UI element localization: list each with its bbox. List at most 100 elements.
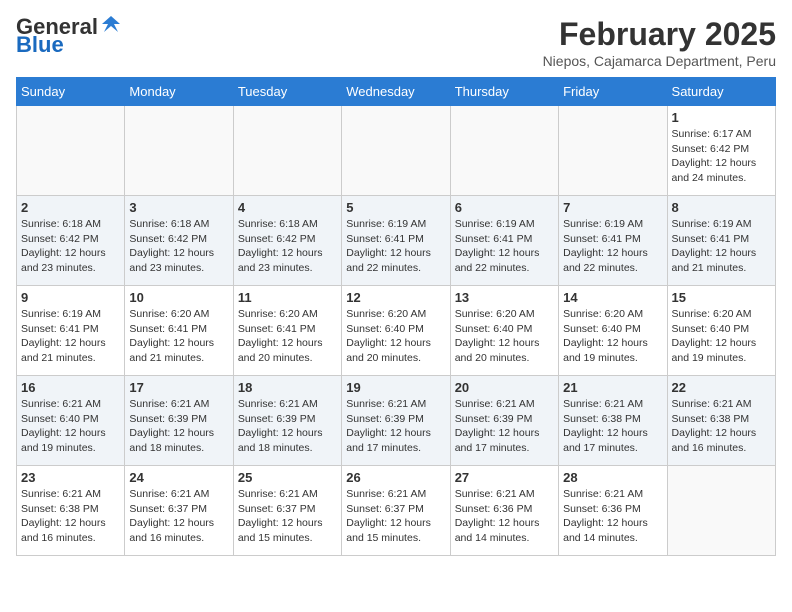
calendar-day-cell: 17Sunrise: 6:21 AM Sunset: 6:39 PM Dayli… <box>125 376 233 466</box>
logo-bird-icon <box>100 14 122 36</box>
calendar-day-cell: 13Sunrise: 6:20 AM Sunset: 6:40 PM Dayli… <box>450 286 558 376</box>
calendar-table: SundayMondayTuesdayWednesdayThursdayFrid… <box>16 77 776 556</box>
day-number: 28 <box>563 470 662 485</box>
day-detail: Sunrise: 6:21 AM Sunset: 6:38 PM Dayligh… <box>672 397 771 456</box>
day-detail: Sunrise: 6:21 AM Sunset: 6:36 PM Dayligh… <box>455 487 554 546</box>
day-number: 2 <box>21 200 120 215</box>
day-detail: Sunrise: 6:20 AM Sunset: 6:40 PM Dayligh… <box>672 307 771 366</box>
calendar-day-cell: 24 Sunrise: 6:21 AM Sunset: 6:37 PM Dayli… <box>125 466 233 556</box>
day-detail: Sunrise: 6:21 AM Sunset: 6:37 PM Dayligh… <box>238 487 337 546</box>
calendar-day-cell: 6 Sunrise: 6:19 AM Sunset: 6:41 PM Daylig… <box>450 196 558 286</box>
calendar-day-cell: 25 Sunrise: 6:21 AM Sunset: 6:37 PM Dayli… <box>233 466 341 556</box>
day-number: 6 <box>455 200 554 215</box>
calendar-day-cell: 26 Sunrise: 6:21 AM Sunset: 6:37 PM Dayli… <box>342 466 450 556</box>
calendar-week-row: 9 Sunrise: 6:19 AM Sunset: 6:41 PM Daylig… <box>17 286 776 376</box>
day-detail: Sunrise: 6:19 AM Sunset: 6:41 PM Dayligh… <box>455 217 554 276</box>
day-number: 14 <box>563 290 662 305</box>
day-number: 13 <box>455 290 554 305</box>
calendar-day-cell: 11 Sunrise: 6:20 AM Sunset: 6:41 PM Dayli… <box>233 286 341 376</box>
day-detail: Sunrise: 6:20 AM Sunset: 6:40 PM Dayligh… <box>563 307 662 366</box>
day-number: 10 <box>129 290 228 305</box>
day-number: 1 <box>672 110 771 125</box>
day-number: 19 <box>346 380 445 395</box>
day-detail: Sunrise: 6:21 AM Sunset: 6:39 PM Dayligh… <box>346 397 445 456</box>
calendar-day-cell: 18 Sunrise: 6:21 AM Sunset: 6:39 PM Dayli… <box>233 376 341 466</box>
calendar-day-cell: 1 Sunrise: 6:17 AM Sunset: 6:42 PM Daylig… <box>667 106 775 196</box>
calendar-day-cell: 23Sunrise: 6:21 AM Sunset: 6:38 PM Dayli… <box>17 466 125 556</box>
calendar-day-cell: 28 Sunrise: 6:21 AM Sunset: 6:36 PM Dayli… <box>559 466 667 556</box>
calendar-day-cell: 9 Sunrise: 6:19 AM Sunset: 6:41 PM Daylig… <box>17 286 125 376</box>
day-detail: Sunrise: 6:21 AM Sunset: 6:39 PM Dayligh… <box>238 397 337 456</box>
day-detail: Sunrise: 6:19 AM Sunset: 6:41 PM Dayligh… <box>563 217 662 276</box>
title-area: February 2025 Niepos, Cajamarca Departme… <box>543 16 776 69</box>
calendar-day-cell: 20 Sunrise: 6:21 AM Sunset: 6:39 PM Dayli… <box>450 376 558 466</box>
day-number: 20 <box>455 380 554 395</box>
day-number: 22 <box>672 380 771 395</box>
month-year-title: February 2025 <box>543 16 776 53</box>
day-number: 24 <box>129 470 228 485</box>
calendar-day-cell: 3 Sunrise: 6:18 AM Sunset: 6:42 PM Daylig… <box>125 196 233 286</box>
calendar-day-cell: 4Sunrise: 6:18 AM Sunset: 6:42 PM Daylig… <box>233 196 341 286</box>
calendar-day-cell: 16Sunrise: 6:21 AM Sunset: 6:40 PM Dayli… <box>17 376 125 466</box>
day-detail: Sunrise: 6:21 AM Sunset: 6:39 PM Dayligh… <box>129 397 228 456</box>
day-detail: Sunrise: 6:17 AM Sunset: 6:42 PM Dayligh… <box>672 127 771 186</box>
day-number: 23 <box>21 470 120 485</box>
day-detail: Sunrise: 6:20 AM Sunset: 6:41 PM Dayligh… <box>238 307 337 366</box>
day-number: 27 <box>455 470 554 485</box>
day-number: 26 <box>346 470 445 485</box>
day-detail: Sunrise: 6:19 AM Sunset: 6:41 PM Dayligh… <box>21 307 120 366</box>
calendar-day-cell: 2 Sunrise: 6:18 AM Sunset: 6:42 PM Daylig… <box>17 196 125 286</box>
day-detail: Sunrise: 6:18 AM Sunset: 6:42 PM Dayligh… <box>21 217 120 276</box>
day-number: 21 <box>563 380 662 395</box>
calendar-day-cell: 15 Sunrise: 6:20 AM Sunset: 6:40 PM Dayli… <box>667 286 775 376</box>
day-number: 7 <box>563 200 662 215</box>
day-number: 18 <box>238 380 337 395</box>
calendar-day-cell <box>450 106 558 196</box>
day-number: 25 <box>238 470 337 485</box>
calendar-day-cell <box>233 106 341 196</box>
calendar-day-cell <box>559 106 667 196</box>
day-detail: Sunrise: 6:19 AM Sunset: 6:41 PM Dayligh… <box>672 217 771 276</box>
day-number: 9 <box>21 290 120 305</box>
calendar-day-cell <box>342 106 450 196</box>
day-detail: Sunrise: 6:21 AM Sunset: 6:39 PM Dayligh… <box>455 397 554 456</box>
weekday-header-wednesday: Wednesday <box>342 78 450 106</box>
calendar-day-cell: 22 Sunrise: 6:21 AM Sunset: 6:38 PM Dayli… <box>667 376 775 466</box>
calendar-week-row: 16Sunrise: 6:21 AM Sunset: 6:40 PM Dayli… <box>17 376 776 466</box>
weekday-header-monday: Monday <box>125 78 233 106</box>
day-detail: Sunrise: 6:20 AM Sunset: 6:40 PM Dayligh… <box>346 307 445 366</box>
logo: General Blue <box>16 16 122 56</box>
day-number: 3 <box>129 200 228 215</box>
calendar-day-cell: 14 Sunrise: 6:20 AM Sunset: 6:40 PM Dayli… <box>559 286 667 376</box>
calendar-day-cell <box>667 466 775 556</box>
day-detail: Sunrise: 6:21 AM Sunset: 6:38 PM Dayligh… <box>563 397 662 456</box>
day-number: 12 <box>346 290 445 305</box>
weekday-header-friday: Friday <box>559 78 667 106</box>
day-detail: Sunrise: 6:18 AM Sunset: 6:42 PM Dayligh… <box>129 217 228 276</box>
day-detail: Sunrise: 6:21 AM Sunset: 6:36 PM Dayligh… <box>563 487 662 546</box>
weekday-header-tuesday: Tuesday <box>233 78 341 106</box>
calendar-day-cell: 12 Sunrise: 6:20 AM Sunset: 6:40 PM Dayli… <box>342 286 450 376</box>
weekday-header-sunday: Sunday <box>17 78 125 106</box>
calendar-day-cell: 8 Sunrise: 6:19 AM Sunset: 6:41 PM Daylig… <box>667 196 775 286</box>
calendar-day-cell <box>125 106 233 196</box>
location-subtitle: Niepos, Cajamarca Department, Peru <box>543 53 776 69</box>
calendar-day-cell <box>17 106 125 196</box>
calendar-day-cell: 5 Sunrise: 6:19 AM Sunset: 6:41 PM Daylig… <box>342 196 450 286</box>
day-detail: Sunrise: 6:21 AM Sunset: 6:40 PM Dayligh… <box>21 397 120 456</box>
day-detail: Sunrise: 6:20 AM Sunset: 6:41 PM Dayligh… <box>129 307 228 366</box>
day-detail: Sunrise: 6:21 AM Sunset: 6:37 PM Dayligh… <box>346 487 445 546</box>
day-detail: Sunrise: 6:19 AM Sunset: 6:41 PM Dayligh… <box>346 217 445 276</box>
calendar-week-row: 23Sunrise: 6:21 AM Sunset: 6:38 PM Dayli… <box>17 466 776 556</box>
day-number: 11 <box>238 290 337 305</box>
weekday-header-saturday: Saturday <box>667 78 775 106</box>
calendar-day-cell: 27 Sunrise: 6:21 AM Sunset: 6:36 PM Dayli… <box>450 466 558 556</box>
day-number: 15 <box>672 290 771 305</box>
day-number: 8 <box>672 200 771 215</box>
calendar-week-row: 1 Sunrise: 6:17 AM Sunset: 6:42 PM Daylig… <box>17 106 776 196</box>
weekday-header-thursday: Thursday <box>450 78 558 106</box>
day-number: 5 <box>346 200 445 215</box>
day-detail: Sunrise: 6:21 AM Sunset: 6:37 PM Dayligh… <box>129 487 228 546</box>
day-detail: Sunrise: 6:18 AM Sunset: 6:42 PM Dayligh… <box>238 217 337 276</box>
calendar-header-row: SundayMondayTuesdayWednesdayThursdayFrid… <box>17 78 776 106</box>
